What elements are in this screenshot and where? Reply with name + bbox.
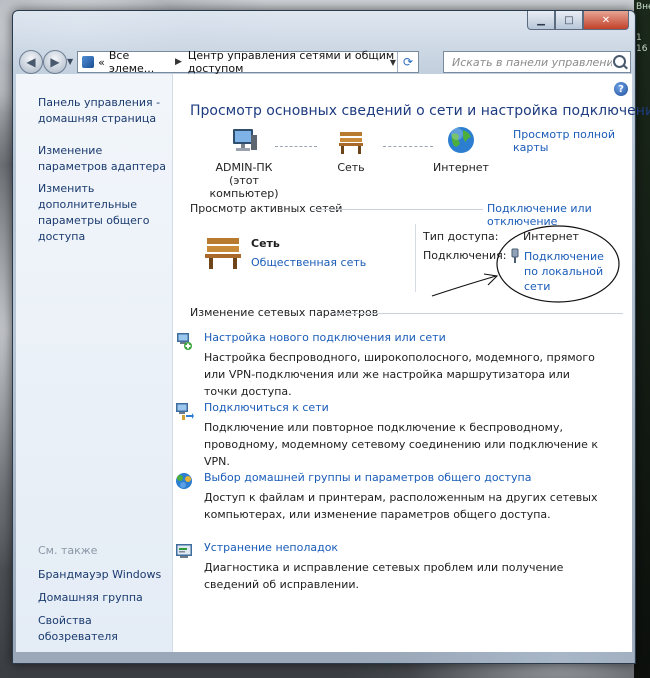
network-node-label: Сеть xyxy=(337,161,365,174)
refresh-button[interactable]: ⟳ xyxy=(397,52,418,72)
desktop-gadget-strip: Вне 1 16 xyxy=(634,0,650,678)
sidebar: Панель управления - домашняя страница Из… xyxy=(16,74,173,652)
control-panel-icon xyxy=(82,56,95,68)
map-node-computer[interactable]: ADMIN-ПК (этот компьютер) xyxy=(199,126,289,200)
computer-name: ADMIN-ПК xyxy=(215,161,273,174)
back-arrow-icon: ◀ xyxy=(26,55,36,69)
gadget-text: Вне xyxy=(636,2,650,12)
task-troubleshoot: Устранение неполадок Диагностика и испра… xyxy=(176,541,604,593)
minimize-button[interactable]: ▁ xyxy=(527,11,555,30)
task-connect-network-link[interactable]: Подключиться к сети xyxy=(204,401,604,414)
new-connection-icon xyxy=(177,333,192,350)
navigation-bar: ◀ ▶ ▼ « Все элеме... ▶ Центр управления … xyxy=(17,49,631,75)
sidebar-link-sharing-settings[interactable]: Изменить дополнительные параметры общего… xyxy=(38,181,168,245)
main-content: ? Просмотр основных сведений о сети и на… xyxy=(173,74,650,652)
gadget-text: 1 xyxy=(636,33,642,43)
task-new-connection-link[interactable]: Настройка нового подключения или сети xyxy=(204,331,604,344)
section-divider xyxy=(333,313,623,314)
network-type-link[interactable]: Общественная сеть xyxy=(251,256,366,269)
local-connection-link[interactable]: Подключение по локальной сети xyxy=(524,249,606,294)
help-icon[interactable]: ? xyxy=(614,82,628,96)
search-box xyxy=(443,51,631,73)
bench-icon xyxy=(339,132,363,154)
breadcrumb-item[interactable]: Все элеме... xyxy=(109,49,169,75)
task-description: Доступ к файлам и принтерам, расположенн… xyxy=(204,491,598,521)
sidebar-link-firewall[interactable]: Брандмауэр Windows xyxy=(38,567,168,583)
address-dropdown-icon[interactable]: ▼ xyxy=(390,58,396,67)
access-type-label: Тип доступа: xyxy=(423,230,499,243)
connect-disconnect-link[interactable]: Подключение или отключение xyxy=(487,202,632,228)
connection-line xyxy=(275,146,317,147)
network-cable-icon xyxy=(511,248,519,263)
sidebar-link-internet-options[interactable]: Свойства обозревателя xyxy=(38,613,168,645)
full-map-link[interactable]: Просмотр полной карты xyxy=(513,128,632,154)
task-homegroup-link[interactable]: Выбор домашней группы и параметров общег… xyxy=(204,471,604,484)
search-input[interactable] xyxy=(450,54,614,70)
task-homegroup: Выбор домашней группы и параметров общег… xyxy=(176,471,604,523)
breadcrumb-item[interactable]: Центр управления сетями и общим доступом xyxy=(188,49,418,75)
task-description: Подключение или повторное подключение к … xyxy=(204,421,599,468)
vertical-divider xyxy=(415,224,416,292)
address-bar[interactable]: « Все элеме... ▶ Центр управления сетями… xyxy=(77,49,419,75)
maximize-button[interactable]: □ xyxy=(555,11,583,30)
task-description: Диагностика и исправление сетевых пробле… xyxy=(204,561,564,591)
task-new-connection: Настройка нового подключения или сети На… xyxy=(177,331,604,400)
recent-pages-dropdown[interactable]: ▼ xyxy=(67,57,73,66)
page-title: Просмотр основных сведений о сети и наст… xyxy=(190,103,650,119)
breadcrumb-separator-icon[interactable]: ▶ xyxy=(175,57,182,67)
active-network-name: Сеть xyxy=(251,237,280,250)
see-also-label: См. также xyxy=(38,544,98,557)
forward-button[interactable]: ▶ xyxy=(43,50,67,74)
map-node-network[interactable]: Сеть xyxy=(326,126,376,174)
task-description: Настройка беспроводного, широкополосного… xyxy=(204,351,595,398)
map-node-internet[interactable]: Интернет xyxy=(431,124,491,174)
computer-caption: (этот компьютер) xyxy=(209,174,279,200)
forward-arrow-icon: ▶ xyxy=(50,55,60,69)
close-button[interactable]: ✕ xyxy=(583,11,629,30)
caption-buttons: ▁ □ ✕ xyxy=(527,11,629,30)
sidebar-link-adapter-settings[interactable]: Изменение параметров адаптера xyxy=(38,143,168,175)
back-button[interactable]: ◀ xyxy=(19,50,43,74)
sidebar-link-homegroup[interactable]: Домашняя группа xyxy=(38,590,168,606)
section-divider xyxy=(313,209,483,210)
homegroup-icon xyxy=(176,473,192,489)
task-connect-network: Подключиться к сети Подключение или повт… xyxy=(176,401,604,470)
public-network-bench-icon xyxy=(205,238,241,269)
sidebar-link-control-panel-home[interactable]: Панель управления - домашняя страница xyxy=(38,95,168,127)
connection-line xyxy=(383,146,433,147)
access-type-value: Интернет xyxy=(523,230,579,243)
task-troubleshoot-link[interactable]: Устранение неполадок xyxy=(204,541,604,554)
search-icon[interactable] xyxy=(613,55,626,68)
connect-network-icon xyxy=(176,403,194,420)
globe-icon xyxy=(448,127,474,153)
troubleshoot-icon xyxy=(176,544,192,558)
breadcrumb-overflow[interactable]: « xyxy=(98,56,105,69)
refresh-icon: ⟳ xyxy=(402,55,414,69)
computer-icon xyxy=(233,129,257,151)
internet-node-label: Интернет xyxy=(433,161,489,174)
connections-label: Подключения: xyxy=(423,249,507,262)
gadget-text: 16 xyxy=(636,44,648,54)
